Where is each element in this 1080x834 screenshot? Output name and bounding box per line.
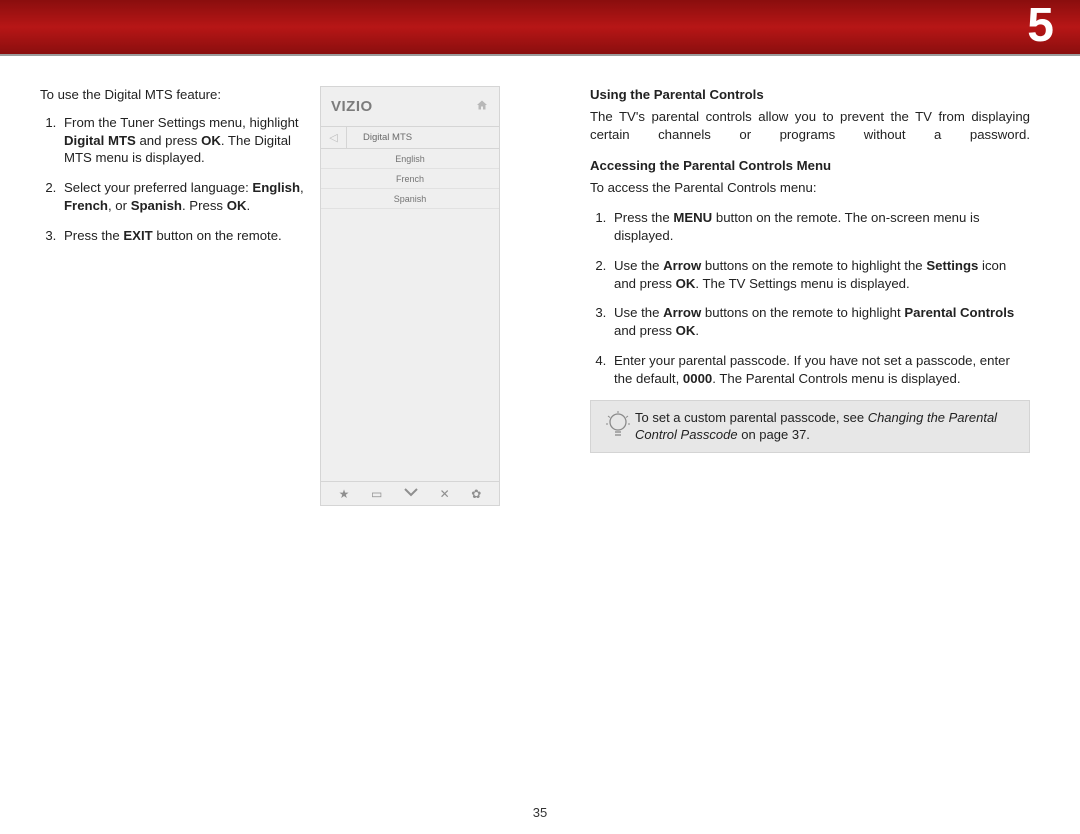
right-step-1: Press the MENU button on the remote. The…: [610, 209, 1030, 245]
parental-intro: The TV's parental controls allow you to …: [590, 108, 1030, 144]
left-steps-list: From the Tuner Settings menu, highlight …: [60, 114, 306, 245]
tv-option-french: French: [321, 169, 499, 189]
content-area: To use the Digital MTS feature: From the…: [40, 86, 1040, 506]
chapter-number: 5: [1027, 0, 1054, 53]
star-icon: ★: [335, 487, 354, 501]
chapter-header-band: 5: [0, 0, 1080, 54]
home-icon: [475, 98, 489, 116]
tv-option-spanish: Spanish: [321, 189, 499, 209]
chevron-down-icon: [400, 487, 422, 501]
left-column: To use the Digital MTS feature: From the…: [40, 86, 530, 506]
back-arrow-icon: ◁: [321, 127, 347, 148]
heading-accessing-menu: Accessing the Parental Controls Menu: [590, 157, 1030, 175]
left-step-3: Press the EXIT button on the remote.: [60, 227, 306, 245]
vizio-logo: VIZIO: [331, 98, 373, 115]
tip-callout: To set a custom parental passcode, see C…: [590, 400, 1030, 453]
screen-icon: ▭: [367, 487, 386, 501]
left-step-2: Select your preferred language: English,…: [60, 179, 306, 215]
tv-bottom-bar: ★ ▭ ✕ ✿: [321, 481, 499, 505]
page-number: 35: [0, 805, 1080, 820]
close-icon: ✕: [436, 487, 454, 501]
tip-text: To set a custom parental passcode, see C…: [635, 409, 1019, 444]
tv-header: VIZIO: [321, 87, 499, 127]
tv-menu-screenshot: VIZIO ◁ Digital MTS English French Spani…: [320, 86, 500, 506]
heading-parental-controls: Using the Parental Controls: [590, 86, 1030, 104]
left-intro: To use the Digital MTS feature:: [40, 86, 306, 104]
left-step-1: From the Tuner Settings menu, highlight …: [60, 114, 306, 167]
tv-title-row: ◁ Digital MTS: [321, 127, 499, 149]
lightbulb-icon: [601, 410, 635, 442]
right-step-2: Use the Arrow buttons on the remote to h…: [610, 257, 1030, 293]
right-step-3: Use the Arrow buttons on the remote to h…: [610, 304, 1030, 340]
manual-page: 5 To use the Digital MTS feature: From t…: [0, 0, 1080, 834]
left-text-block: To use the Digital MTS feature: From the…: [40, 86, 320, 506]
right-steps-list: Press the MENU button on the remote. The…: [610, 209, 1030, 388]
right-step-4: Enter your parental passcode. If you hav…: [610, 352, 1030, 388]
tv-option-english: English: [321, 149, 499, 169]
right-column: Using the Parental Controls The TV's par…: [530, 86, 1030, 506]
tv-menu-title: Digital MTS: [347, 132, 412, 143]
header-underrule: [0, 54, 1080, 56]
access-intro: To access the Parental Controls menu:: [590, 179, 1030, 197]
gear-icon: ✿: [467, 487, 485, 501]
